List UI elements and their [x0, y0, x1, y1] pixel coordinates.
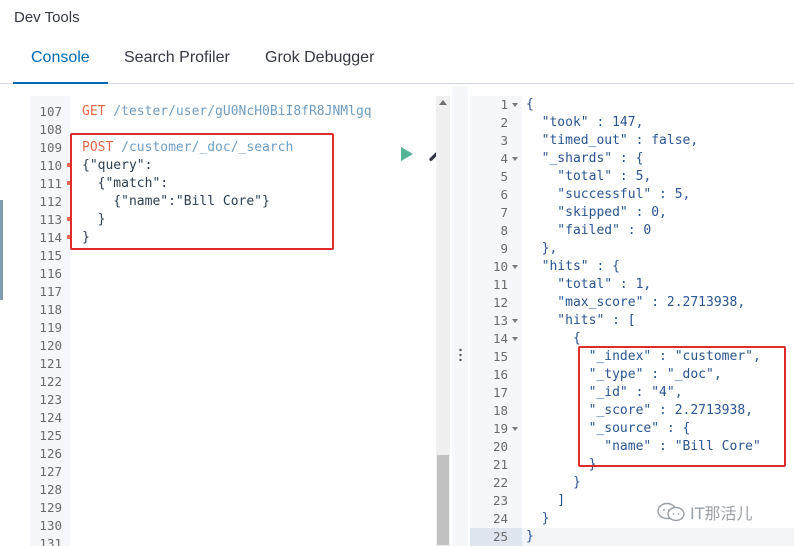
response-line-number: 5 — [500, 169, 508, 184]
response-line: { — [526, 331, 581, 346]
response-line: "hits" : [ — [526, 313, 636, 328]
fold-caret-icon[interactable] — [512, 427, 518, 431]
response-line-number: 14 — [492, 331, 508, 346]
response-line-number: 1 — [500, 97, 508, 112]
response-line: } — [526, 475, 581, 490]
response-line-number: 15 — [492, 349, 508, 364]
request-method-get: GET — [82, 104, 106, 119]
response-line: "max_score" : 2.2713938, — [526, 295, 746, 310]
response-line-number: 6 — [500, 187, 508, 202]
request-line-number: 121 — [39, 356, 62, 371]
fold-caret-icon[interactable] — [512, 157, 518, 161]
request-line-number: 114 — [39, 230, 62, 245]
response-highlight-box — [578, 346, 786, 467]
response-line-number: 7 — [500, 205, 508, 220]
response-line-number: 10 — [492, 259, 508, 274]
response-line-number: 19 — [492, 421, 508, 436]
request-scrollbar-thumb[interactable] — [437, 455, 449, 545]
response-line: } — [526, 511, 550, 526]
request-line-number: 123 — [39, 392, 62, 407]
request-line-number: 131 — [39, 536, 62, 546]
request-line-107[interactable]: GET /tester/user/gU0NcH0BiI8fR8JNMlgq — [82, 103, 372, 121]
request-line-number: 124 — [39, 410, 62, 425]
response-line: "skipped" : 0, — [526, 205, 667, 220]
response-line-number: 18 — [492, 403, 508, 418]
response-line: "timed_out" : false, — [526, 133, 699, 148]
side-edge-bar — [0, 200, 3, 300]
request-line-number: 119 — [39, 320, 62, 335]
response-line: "hits" : { — [526, 259, 620, 274]
request-line-number: 115 — [39, 248, 62, 263]
response-line-number: 22 — [492, 475, 508, 490]
request-line-number: 117 — [39, 284, 62, 299]
active-tab-indicator — [13, 82, 108, 84]
header: Dev Tools — [0, 0, 794, 38]
tab-grok-debugger[interactable]: Grok Debugger — [265, 49, 374, 67]
request-line-number: 109 — [39, 140, 62, 155]
response-line-number: 3 — [500, 133, 508, 148]
response-line-number: 9 — [500, 241, 508, 256]
watermark-text: IT那活儿 — [690, 504, 753, 523]
response-line: "total" : 1, — [526, 277, 652, 292]
response-line: ] — [526, 493, 566, 508]
request-line-number: 130 — [39, 518, 62, 533]
response-line-number: 8 — [500, 223, 508, 238]
response-line: { — [526, 97, 534, 112]
chat-bubbles-icon — [657, 502, 685, 522]
tab-search-profiler[interactable]: Search Profiler — [124, 49, 230, 67]
request-line-number: 126 — [39, 446, 62, 461]
request-line-number: 129 — [39, 500, 62, 515]
tab-console[interactable]: Console — [31, 49, 90, 67]
response-line: "failed" : 0 — [526, 223, 652, 238]
request-line-number: 118 — [39, 302, 62, 317]
response-line-number: 16 — [492, 367, 508, 382]
request-line-number: 122 — [39, 374, 62, 389]
app-title: Dev Tools — [14, 9, 80, 26]
response-line: } — [526, 529, 534, 544]
response-line: "total" : 5, — [526, 169, 652, 184]
request-url-get: /tester/user/gU0NcH0BiI8fR8JNMlgq — [105, 104, 372, 119]
response-line-number: 13 — [492, 313, 508, 328]
response-line: "took" : 147, — [526, 115, 644, 130]
request-line-number: 127 — [39, 464, 62, 479]
fold-caret-icon[interactable] — [512, 319, 518, 323]
response-line-number: 23 — [492, 493, 508, 508]
fold-caret-icon[interactable] — [512, 265, 518, 269]
active-line-highlight — [522, 528, 794, 546]
request-line-number: 128 — [39, 482, 62, 497]
tab-bar: Console Search Profiler Grok Debugger — [0, 38, 794, 84]
request-line-number: 120 — [39, 338, 62, 353]
response-line-number: 21 — [492, 457, 508, 472]
request-line-number: 113 — [39, 212, 62, 227]
request-line-number: 111 — [39, 176, 62, 191]
request-line-number: 108 — [39, 122, 62, 137]
request-line-number: 107 — [39, 104, 62, 119]
response-line: "_shards" : { — [526, 151, 644, 166]
panel-resizer[interactable] — [452, 86, 468, 546]
response-line: }, — [526, 241, 558, 256]
response-line-number: 4 — [500, 151, 508, 166]
request-line-number: 110 — [39, 158, 62, 173]
play-icon[interactable] — [400, 146, 414, 162]
response-viewer[interactable]: 1 2 3 4 5 6 7 8 9 10 11 12 13 14 15 16 17 18 19 20 21 22 23 24 2… — [470, 96, 794, 546]
response-line-number: 20 — [492, 439, 508, 454]
response-line-number: 11 — [492, 277, 508, 292]
fold-caret-icon[interactable] — [512, 103, 518, 107]
watermark: IT那活儿 — [656, 500, 753, 524]
response-line-number: 25 — [492, 529, 508, 544]
drag-handle-icon[interactable] — [459, 348, 462, 362]
response-line-number: 2 — [500, 115, 508, 130]
request-line-number: 116 — [39, 266, 62, 281]
request-highlight-box — [70, 133, 334, 250]
response-line-number: 12 — [492, 295, 508, 310]
scroll-up-arrow-icon[interactable] — [439, 100, 447, 105]
fold-caret-icon[interactable] — [512, 337, 518, 341]
request-line-number: 125 — [39, 428, 62, 443]
response-line: "successful" : 5, — [526, 187, 691, 202]
request-line-number: 112 — [39, 194, 62, 209]
response-line-number: 24 — [492, 511, 508, 526]
response-line-number: 17 — [492, 385, 508, 400]
